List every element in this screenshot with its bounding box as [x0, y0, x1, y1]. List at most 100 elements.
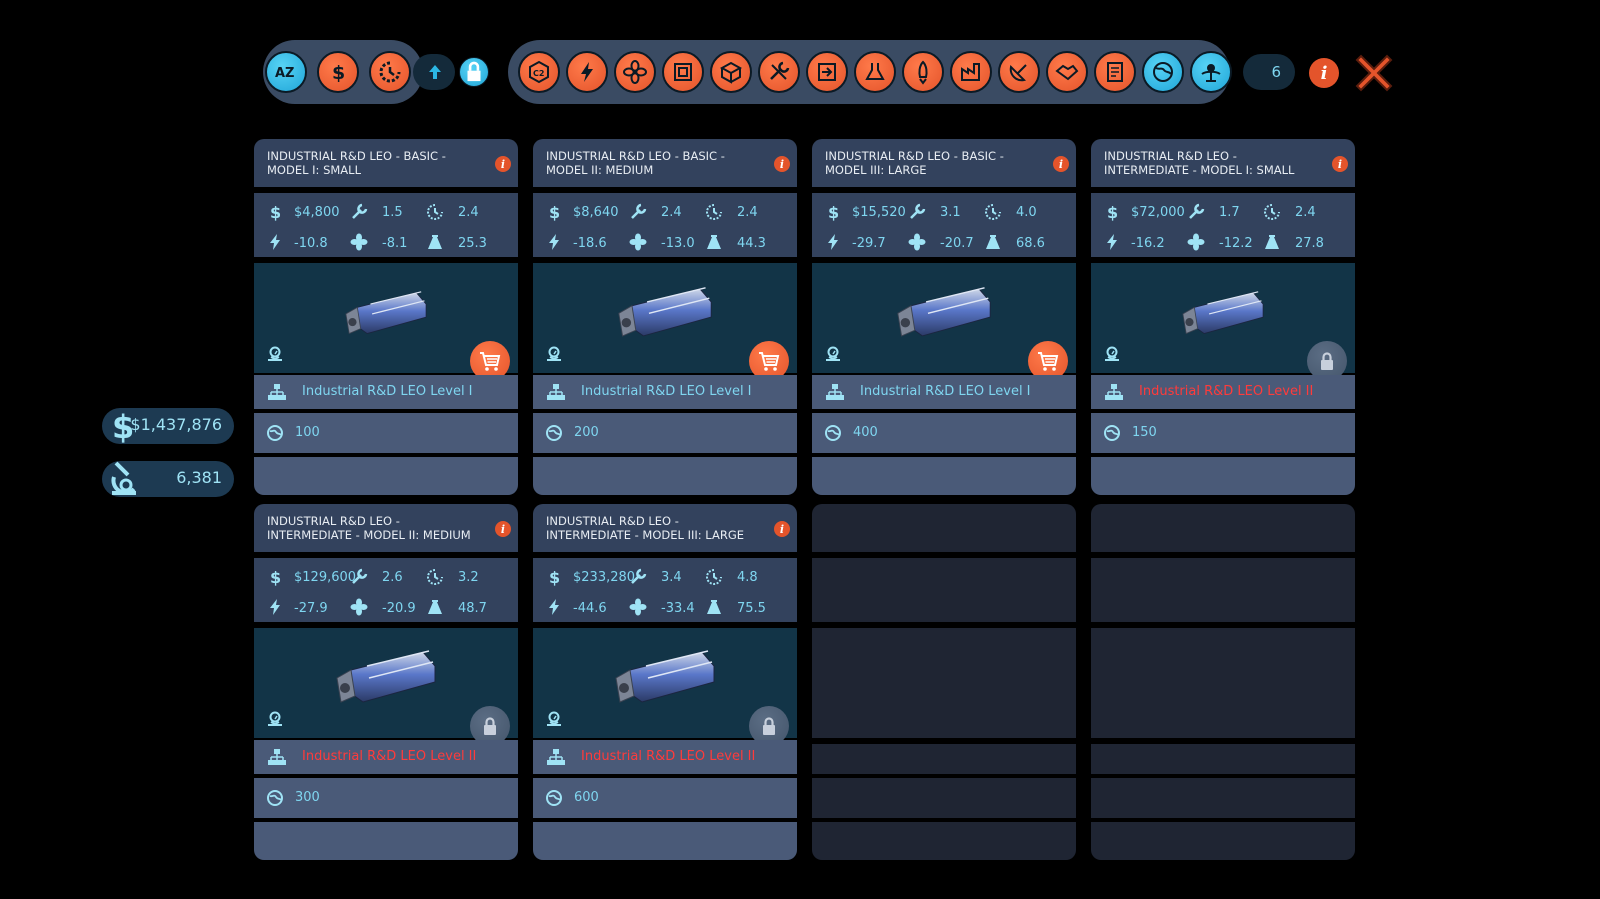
card-header: INDUSTRIAL R&D LEO - INTERMEDIATE - MODE…	[254, 504, 518, 552]
factory-icon[interactable]	[950, 51, 992, 93]
svg-text:$: $	[549, 568, 560, 586]
wrench-icon	[352, 568, 368, 584]
lock-icon	[763, 717, 775, 735]
cart-icon	[1038, 352, 1059, 371]
info-icon[interactable]: i	[495, 521, 511, 537]
module-card[interactable]: INDUSTRIAL R&D LEO - BASIC - MODEL III: …	[812, 139, 1076, 495]
fan-icon	[350, 233, 368, 251]
arrow-up-icon	[429, 65, 441, 79]
tech-tree-icon	[547, 749, 565, 765]
tools-icon[interactable]	[758, 51, 800, 93]
research-points-icon	[546, 790, 562, 806]
lock-icon[interactable]	[459, 57, 489, 87]
close-icon[interactable]	[1351, 50, 1397, 96]
build-time-icon	[706, 204, 722, 220]
module-card[interactable]: INDUSTRIAL R&D LEO - BASIC - MODEL II: M…	[533, 139, 797, 495]
card-footer	[812, 457, 1076, 495]
card-title: INDUSTRIAL R&D LEO - INTERMEDIATE - MODE…	[1104, 149, 1295, 177]
card-footer	[533, 457, 797, 495]
co2-icon[interactable]: C2	[518, 51, 560, 93]
az-sort-icon[interactable]: AZ	[265, 51, 307, 93]
module-card[interactable]: INDUSTRIAL R&D LEO - BASIC - MODEL I: SM…	[254, 139, 518, 495]
habitat-icon[interactable]	[662, 51, 704, 93]
fan-icon	[629, 598, 647, 616]
module-card[interactable]: INDUSTRIAL R&D LEO - INTERMEDIATE - MODE…	[533, 504, 797, 860]
module-model-image	[330, 648, 442, 722]
thruster-icon[interactable]	[902, 51, 944, 93]
svg-text:$: $	[332, 62, 345, 84]
svg-text:AZ: AZ	[275, 66, 295, 81]
wrench-icon	[910, 203, 926, 219]
info-icon[interactable]: i	[1332, 156, 1348, 172]
module-model-image	[888, 285, 1000, 355]
globe-icon[interactable]	[1142, 51, 1184, 93]
dollar-icon: $	[270, 203, 281, 221]
time-value: 4.8	[737, 570, 758, 585]
research-value: 6,381	[176, 468, 222, 487]
mass-icon	[986, 235, 1000, 249]
research-leo-icon[interactable]	[1190, 51, 1232, 93]
document-icon[interactable]	[1094, 51, 1136, 93]
module-preview	[254, 628, 518, 746]
info-icon[interactable]: i	[774, 521, 790, 537]
wrench-icon	[352, 203, 368, 219]
mass-value: 27.8	[1295, 236, 1324, 251]
cooling-value: -8.1	[382, 236, 408, 251]
power-icon[interactable]	[566, 51, 608, 93]
build-time-icon	[1264, 204, 1280, 220]
card-stats: $ $233,280 3.4 4.8 -44.6 -33.4 75.5	[533, 558, 797, 622]
card-title: INDUSTRIAL R&D LEO - INTERMEDIATE - MODE…	[546, 514, 745, 542]
wrench-icon	[1189, 203, 1205, 219]
handshake-icon[interactable]	[1046, 51, 1088, 93]
requirement-row: Industrial R&D LEO Level II	[533, 740, 797, 774]
time-value: 3.2	[458, 570, 479, 585]
storage-icon[interactable]	[710, 51, 752, 93]
svg-text:$: $	[549, 203, 560, 221]
build-time-icon[interactable]	[369, 51, 411, 93]
requirement-label: Industrial R&D LEO Level I	[860, 384, 1031, 399]
build-value: 1.7	[1219, 205, 1240, 220]
card-stats: $ $72,000 1.7 2.4 -16.2 -12.2 27.8	[1091, 193, 1355, 257]
cooling-value: -33.4	[661, 601, 695, 616]
module-card[interactable]: INDUSTRIAL R&D LEO - INTERMEDIATE - MODE…	[254, 504, 518, 860]
info-icon[interactable]: i	[1309, 58, 1339, 88]
empty-slot	[1091, 504, 1355, 860]
build-value: 3.4	[661, 570, 682, 585]
research-cost-row: 400	[812, 413, 1076, 453]
fan-icon	[908, 233, 926, 251]
mass-icon	[707, 235, 721, 249]
power-value: -16.2	[1131, 236, 1165, 251]
dollar-icon: $	[549, 568, 560, 586]
cart-icon	[759, 352, 780, 371]
time-value: 2.4	[737, 205, 758, 220]
sort-direction-tab[interactable]	[413, 54, 455, 90]
info-icon[interactable]: i	[495, 156, 511, 172]
power-icon	[270, 599, 280, 615]
card-stats: $ $8,640 2.4 2.4 -18.6 -13.0 44.3	[533, 193, 797, 257]
research-points-icon	[825, 425, 841, 441]
mass-icon	[428, 235, 442, 249]
fan-icon	[1187, 233, 1205, 251]
module-model-image	[341, 286, 431, 354]
module-card[interactable]: INDUSTRIAL R&D LEO - INTERMEDIATE - MODE…	[1091, 139, 1355, 495]
svg-text:$: $	[828, 203, 839, 221]
dish-icon[interactable]	[998, 51, 1040, 93]
module-model-image	[610, 285, 720, 355]
card-title: INDUSTRIAL R&D LEO - BASIC - MODEL I: SM…	[267, 149, 446, 177]
tech-tree-icon	[826, 384, 844, 400]
docking-icon[interactable]	[806, 51, 848, 93]
dollar-icon[interactable]: $	[317, 51, 359, 93]
research-icon	[111, 461, 136, 495]
tech-tree-icon	[268, 384, 286, 400]
dollar-icon: $	[549, 203, 560, 221]
price-value: $129,600	[294, 570, 357, 585]
location-pin-icon	[1105, 346, 1119, 361]
card-title: INDUSTRIAL R&D LEO - BASIC - MODEL III: …	[825, 149, 1004, 177]
price-value: $15,520	[852, 205, 906, 220]
lab-icon[interactable]	[854, 51, 896, 93]
fan-icon[interactable]	[614, 51, 656, 93]
card-title: INDUSTRIAL R&D LEO - INTERMEDIATE - MODE…	[267, 514, 471, 542]
module-preview	[533, 628, 797, 746]
info-icon[interactable]: i	[1053, 156, 1069, 172]
info-icon[interactable]: i	[774, 156, 790, 172]
